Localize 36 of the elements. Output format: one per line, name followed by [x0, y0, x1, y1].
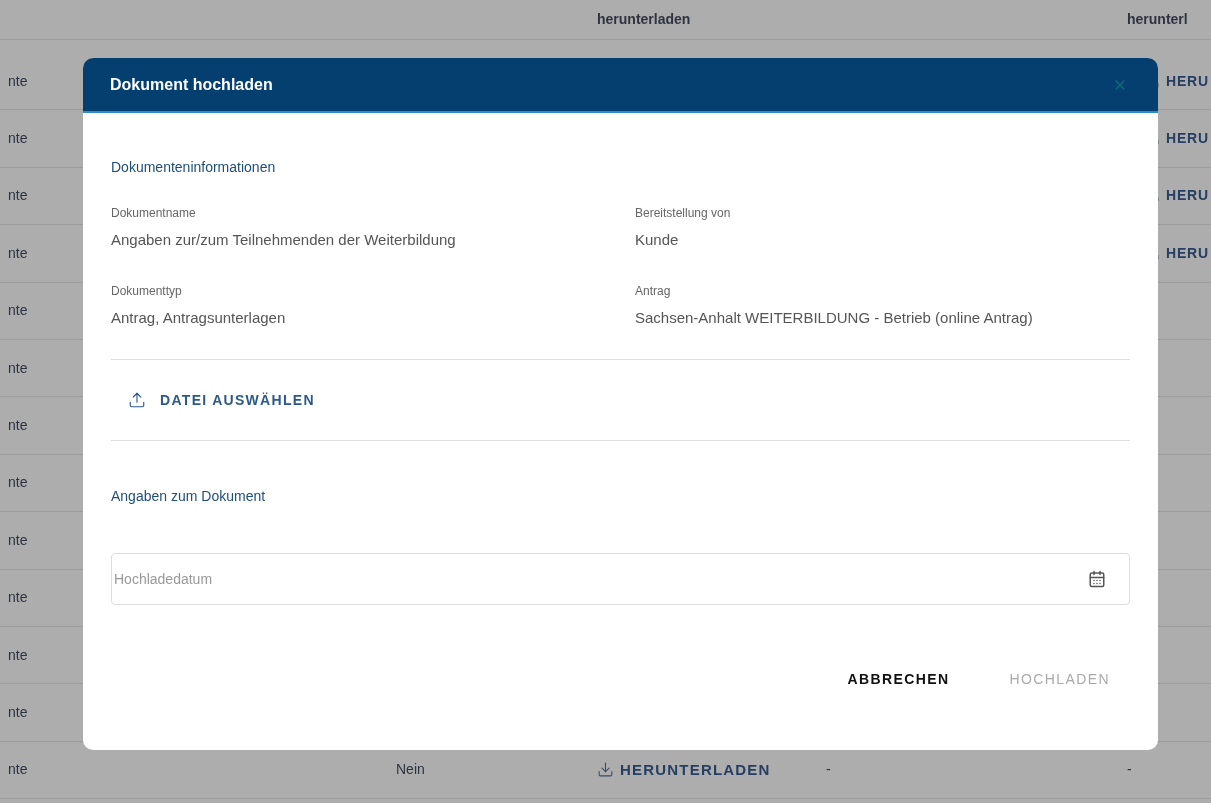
- download-button[interactable]: HERUNTERLADEN: [597, 758, 771, 782]
- table-cell-text: nte: [8, 645, 28, 665]
- table-cell-text: nte: [8, 588, 28, 608]
- table-cell-text: nte: [8, 186, 28, 206]
- table-cell-text: nte: [8, 416, 28, 436]
- dialog-button[interactable]: ABBRECHEN: [847, 669, 950, 690]
- field-value: Antrag, Antragsunterlagen: [111, 307, 287, 328]
- field-value: Kunde: [635, 230, 680, 250]
- table-cell-text: nte: [8, 473, 28, 493]
- table-cell-text: nte: [8, 358, 28, 378]
- field-label: Antrag: [635, 282, 672, 300]
- column-header: herunterl: [1127, 11, 1188, 27]
- date-field[interactable]: Hochladedatum: [111, 553, 1130, 605]
- field-label: Dokumenttyp: [111, 282, 183, 300]
- field-label: Dokumentname: [111, 205, 197, 222]
- table-cell-text: Nein: [396, 760, 425, 780]
- download-icon: [597, 761, 614, 779]
- calendar-icon[interactable]: [1088, 570, 1106, 588]
- field-label: Bereitstellung von: [635, 205, 732, 222]
- table-cell-text: nte: [8, 703, 28, 722]
- choose-file-button[interactable]: DATEI AUSWÄHLEN: [128, 389, 315, 411]
- table-cell-text: -: [826, 760, 831, 780]
- table-cell-text: nte: [8, 71, 28, 91]
- table-cell-text: nte: [8, 129, 28, 149]
- table-cell-text: nte: [8, 243, 28, 263]
- table-cell-text: nte: [8, 301, 28, 321]
- section-title: Angaben zum Dokument: [111, 487, 267, 506]
- table-cell-text: -: [1127, 760, 1132, 780]
- field-value: Angaben zur/zum Teilnehmenden der Weiterbildung: [111, 230, 457, 250]
- column-header: herunterladen: [597, 11, 691, 27]
- table-cell-text: nte: [8, 530, 28, 550]
- upload-icon: [128, 391, 146, 409]
- field-value: Sachsen-Anhalt WEITERBILDUNG - Betrieb (online Antrag): [635, 307, 1034, 328]
- table-cell-text: nte: [8, 760, 28, 780]
- section-title: Dokumenteninformationen: [111, 158, 277, 177]
- dialog-title: Dokument hochladen: [110, 74, 273, 95]
